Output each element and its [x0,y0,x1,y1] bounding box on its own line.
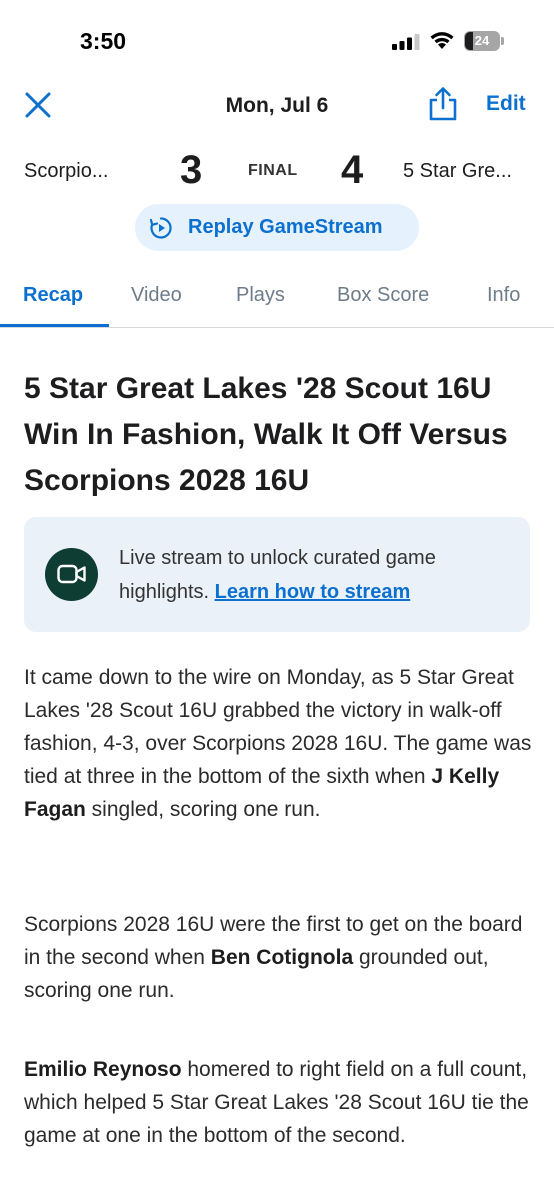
away-team-score: 3 [180,148,203,192]
tab-bar: Recap Video Plays Box Score Info [0,270,554,328]
game-recap-screen: 3:50 24 Mon, Jul 6 Edit Scorpio... 3 FIN… [0,0,554,1200]
active-tab-indicator [0,324,109,327]
player-name: Emilio Reynoso [24,1058,182,1081]
nav-header: Mon, Jul 6 Edit [0,80,554,132]
game-status: FINAL [248,162,298,179]
article-paragraph-3: Emilio Reynoso homered to right field on… [24,1053,534,1152]
live-stream-card: Live stream to unlock curated game highl… [24,517,530,632]
replay-gamestream-button[interactable]: Replay GameStream [135,204,419,251]
player-name: Ben Cotignola [210,946,354,969]
replay-gamestream-label: Replay GameStream [188,216,383,238]
status-time: 3:50 [80,28,127,54]
article-headline: 5 Star Great Lakes '28 Scout 16U Win In … [24,372,508,497]
article-paragraph-2: Scorpions 2028 16U were the first to get… [24,908,534,1007]
scoreboard: Scorpio... 3 FINAL 4 5 Star Gre... [0,142,554,202]
live-stream-message: Live stream to unlock curated game highl… [119,541,519,609]
tab-video[interactable]: Video [131,284,182,307]
learn-how-to-stream-link[interactable]: Learn how to stream [215,581,411,603]
share-icon[interactable] [426,86,460,122]
tab-box-score[interactable]: Box Score [337,284,429,307]
status-bar: 3:50 24 [0,0,554,80]
home-team-name[interactable]: 5 Star Gre... [403,160,512,183]
signal-icon [392,34,420,50]
battery-icon: 24 [464,31,504,51]
battery-level: 24 [474,33,490,48]
paragraph-text: singled, scoring one run. [85,798,321,821]
video-camera-icon [45,548,98,601]
article-paragraph-1: It came down to the wire on Monday, as 5… [24,661,534,826]
replay-icon [149,217,172,239]
tab-plays[interactable]: Plays [236,284,285,307]
tab-recap[interactable]: Recap [23,284,83,307]
home-team-score: 4 [341,148,364,192]
away-team-name[interactable]: Scorpio... [24,160,108,183]
wifi-icon [430,32,454,49]
tab-info[interactable]: Info [487,284,520,307]
game-date-title: Mon, Jul 6 [225,94,329,117]
edit-button[interactable]: Edit [486,92,526,116]
